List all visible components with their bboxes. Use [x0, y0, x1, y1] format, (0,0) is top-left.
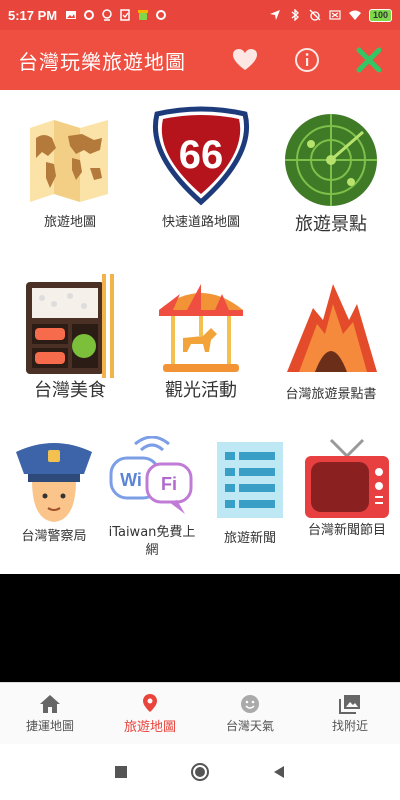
status-time: 5:17 PM [8, 7, 58, 23]
photo-icon [66, 11, 77, 19]
carousel-icon [159, 284, 243, 372]
tile-activities[interactable]: 觀光活動 [146, 280, 256, 400]
mute-icon [329, 10, 341, 20]
info-button[interactable] [276, 30, 338, 90]
tile-travel-news[interactable]: 旅遊新聞 [202, 440, 298, 548]
tile-label-itaiwan-wifi: iTaiwan免費上網 [108, 525, 196, 558]
tile-police[interactable]: 台灣警察局 [6, 436, 102, 546]
home-icon [40, 694, 60, 713]
heart-icon [233, 49, 257, 70]
wifi-bubble-icon: Wi Fi [109, 436, 193, 514]
news-list-icon [217, 442, 283, 518]
back-icon[interactable] [272, 765, 286, 779]
tile-label-highway-map: 快速道路地圖 [161, 215, 240, 230]
map-pin-icon [143, 693, 157, 712]
android-icon [138, 10, 149, 20]
tile-label-activities: 觀光活動 [165, 380, 237, 401]
tile-news-programs[interactable]: 台灣新聞節目 [300, 436, 394, 540]
system-navigation-bar [0, 744, 400, 800]
close-icon [356, 47, 382, 73]
tile-label-travel-map: 旅遊地圖 [43, 215, 96, 230]
recents-icon[interactable] [114, 765, 128, 779]
radar-icon [285, 114, 377, 206]
tile-highway-map[interactable]: 66 快速道路地圖 [146, 106, 256, 232]
record-icon [156, 10, 167, 20]
nav-label-travel-map: 旅遊地圖 [123, 719, 176, 735]
world-map-icon [30, 120, 108, 202]
favorite-button[interactable] [214, 30, 276, 90]
location-pin-icon [102, 9, 112, 21]
police-icon [16, 443, 92, 522]
gallery-icon [339, 694, 360, 714]
nav-label-nearby: 找附近 [331, 718, 368, 733]
tile-itaiwan-wifi[interactable]: Wi Fi iTaiwan免費上網 [104, 436, 200, 560]
nav-label-mrt-map: 捷運地圖 [25, 718, 74, 733]
system-icons: 100 [269, 8, 392, 22]
navigation-icon [269, 10, 280, 20]
wifi-icon [348, 10, 361, 20]
app-title: 台灣玩樂旅遊地圖 [18, 49, 186, 74]
tile-travel-map[interactable]: 旅遊地圖 [16, 114, 124, 232]
app-bar-actions [214, 30, 400, 90]
wifi-text-wi: Wi [120, 470, 142, 490]
tile-label-attractions-book: 台灣旅遊景點書 [285, 387, 377, 402]
tile-taiwan-food[interactable]: 台灣美食 [16, 274, 124, 400]
home-circle-icon[interactable] [190, 762, 210, 782]
app-bar: 台灣玩樂旅遊地圖 [0, 30, 400, 90]
bottom-navigation: 捷運地圖 旅遊地圖 台灣天氣 找附近 [0, 682, 400, 744]
nav-item-travel-map[interactable]: 旅遊地圖 [100, 683, 200, 744]
alarm-off-icon [309, 9, 321, 21]
volcano-icon [287, 284, 377, 372]
tile-label-police: 台灣警察局 [21, 529, 87, 544]
nav-item-weather[interactable]: 台灣天氣 [200, 683, 300, 744]
record-icon [84, 10, 95, 20]
tile-attractions-book[interactable]: 台灣旅遊景點書 [272, 280, 390, 404]
bluetooth-icon [291, 9, 299, 21]
close-button[interactable] [338, 30, 400, 90]
highway-number: 66 [179, 133, 224, 177]
info-icon [295, 48, 319, 72]
clipboard-icon [120, 9, 130, 21]
tile-attractions[interactable]: 旅遊景點 [276, 110, 386, 234]
feature-grid: 旅遊地圖 66 快速道路地圖 旅遊景點 台灣美食 觀光活動 台灣旅遊景點書 台灣… [0, 90, 400, 574]
notification-icons [65, 9, 167, 21]
smiley-icon [241, 694, 259, 713]
tile-label-taiwan-food: 台灣美食 [34, 380, 106, 401]
status-bar: 5:17 PM 100 [0, 0, 400, 30]
nav-label-weather: 台灣天氣 [225, 718, 274, 733]
tile-label-travel-news: 旅遊新聞 [223, 531, 276, 546]
wifi-text-fi: Fi [161, 474, 177, 494]
phone-screen: 5:17 PM 100 台灣玩樂旅遊地圖 旅遊地圖 66 快速道路地圖 旅遊景點… [0, 0, 400, 800]
tile-label-news-programs: 台灣新聞節目 [307, 523, 386, 538]
battery-indicator: 100 [368, 8, 392, 22]
bento-icon [26, 274, 114, 378]
nav-item-nearby[interactable]: 找附近 [300, 683, 400, 744]
tile-label-attractions: 旅遊景點 [295, 214, 367, 235]
nav-item-mrt-map[interactable]: 捷運地圖 [0, 683, 100, 744]
highway-66-icon: 66 [152, 106, 250, 206]
television-icon [305, 438, 389, 518]
